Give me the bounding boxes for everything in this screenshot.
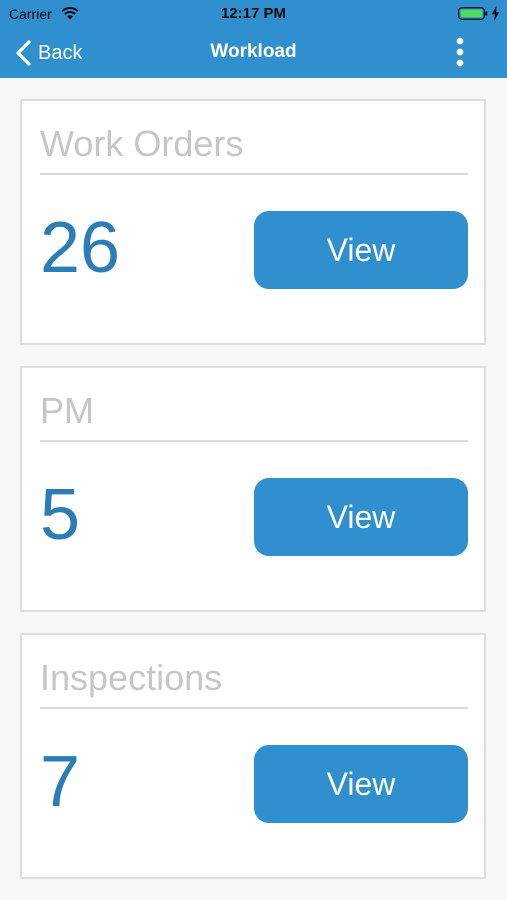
page-title: Workload <box>210 41 297 62</box>
work-orders-count: 26 <box>40 208 121 288</box>
status-time: 12:17 PM <box>220 5 287 22</box>
card-title: PM <box>40 390 94 431</box>
pm-count: 5 <box>40 475 81 555</box>
card-title: Inspections <box>40 657 223 698</box>
more-vertical-icon[interactable] <box>448 37 472 69</box>
view-inspections-button[interactable]: View <box>254 745 468 823</box>
view-pm-button[interactable]: View <box>254 478 468 556</box>
battery-icon <box>458 7 488 20</box>
view-work-orders-button[interactable]: View <box>254 211 468 289</box>
inspections-count: 7 <box>40 742 81 822</box>
card-divider <box>40 440 468 442</box>
inspections-card: Inspections 7 View <box>20 633 486 879</box>
card-divider <box>40 707 468 709</box>
charging-icon <box>491 6 500 21</box>
card-divider <box>40 173 468 175</box>
pm-card: PM 5 View <box>20 366 486 612</box>
status-bar: Carrier 12:17 PM <box>0 0 507 28</box>
card-title: Work Orders <box>40 123 244 164</box>
navigation-bar: Back Workload <box>0 28 507 78</box>
work-orders-card: Work Orders 26 View <box>20 99 486 345</box>
